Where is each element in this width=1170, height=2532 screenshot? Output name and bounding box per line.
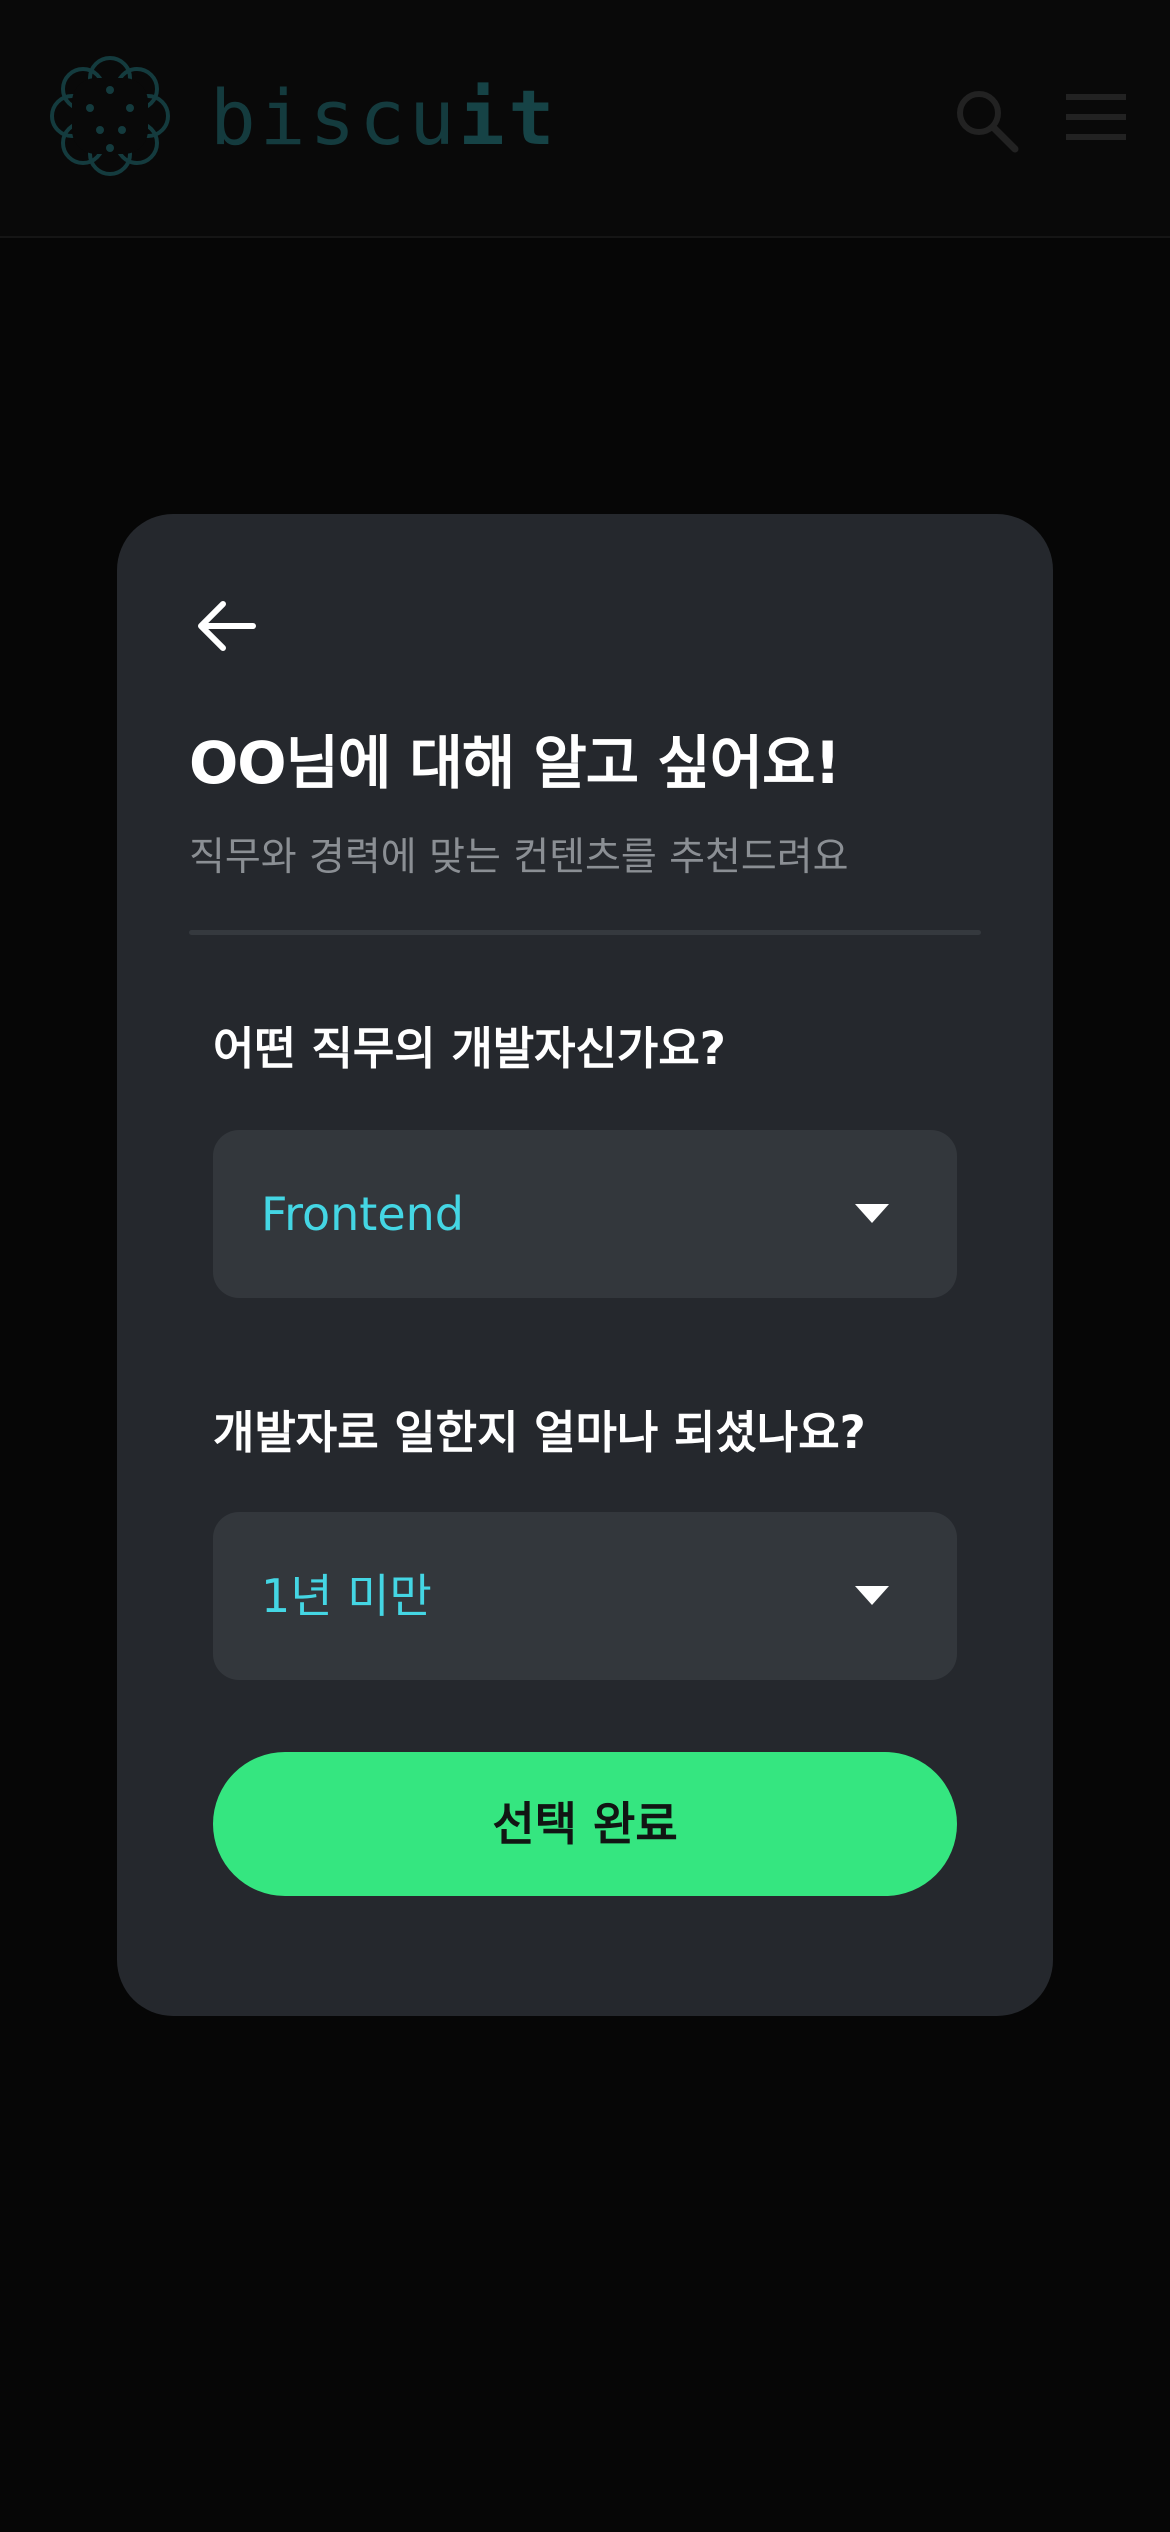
job-role-dropdown[interactable]: Frontend [213,1130,957,1298]
experience-selected-value: 1년 미만 [261,1569,432,1623]
back-button[interactable] [193,596,257,656]
logo[interactable]: biscuit [38,44,558,188]
logo-text-bold: it [458,73,559,162]
experience-question-label: 개발자로 일한지 얼마나 되셨나요? [213,1406,866,1459]
search-button[interactable] [954,88,1020,154]
search-icon [957,91,1019,153]
top-header: biscuit [0,0,1170,238]
experience-dropdown[interactable]: 1년 미만 [213,1512,957,1680]
divider [189,930,981,935]
onboarding-modal: OO님에 대해 알고 싶어요! 직무와 경력에 맞는 컨텐츠를 추천드려요 어떤… [117,514,1053,2016]
caret-down-icon [855,1204,889,1223]
cookie-logo-icon [50,56,170,176]
caret-down-icon [855,1586,889,1605]
complete-selection-button[interactable]: 선택 완료 [213,1752,957,1896]
hamburger-menu-icon [1066,94,1126,140]
logo-text-light: biscu [210,73,459,162]
arrow-left-icon [198,601,256,651]
logo-text: biscuit [210,76,558,156]
modal-subtitle: 직무와 경력에 맞는 컨텐츠를 추천드려요 [189,835,849,880]
modal-title: OO님에 대해 알고 싶어요! [189,729,841,797]
job-question-label: 어떤 직무의 개발자신가요? [213,1022,726,1075]
job-role-selected-value: Frontend [261,1187,465,1241]
menu-button[interactable] [1066,92,1126,142]
